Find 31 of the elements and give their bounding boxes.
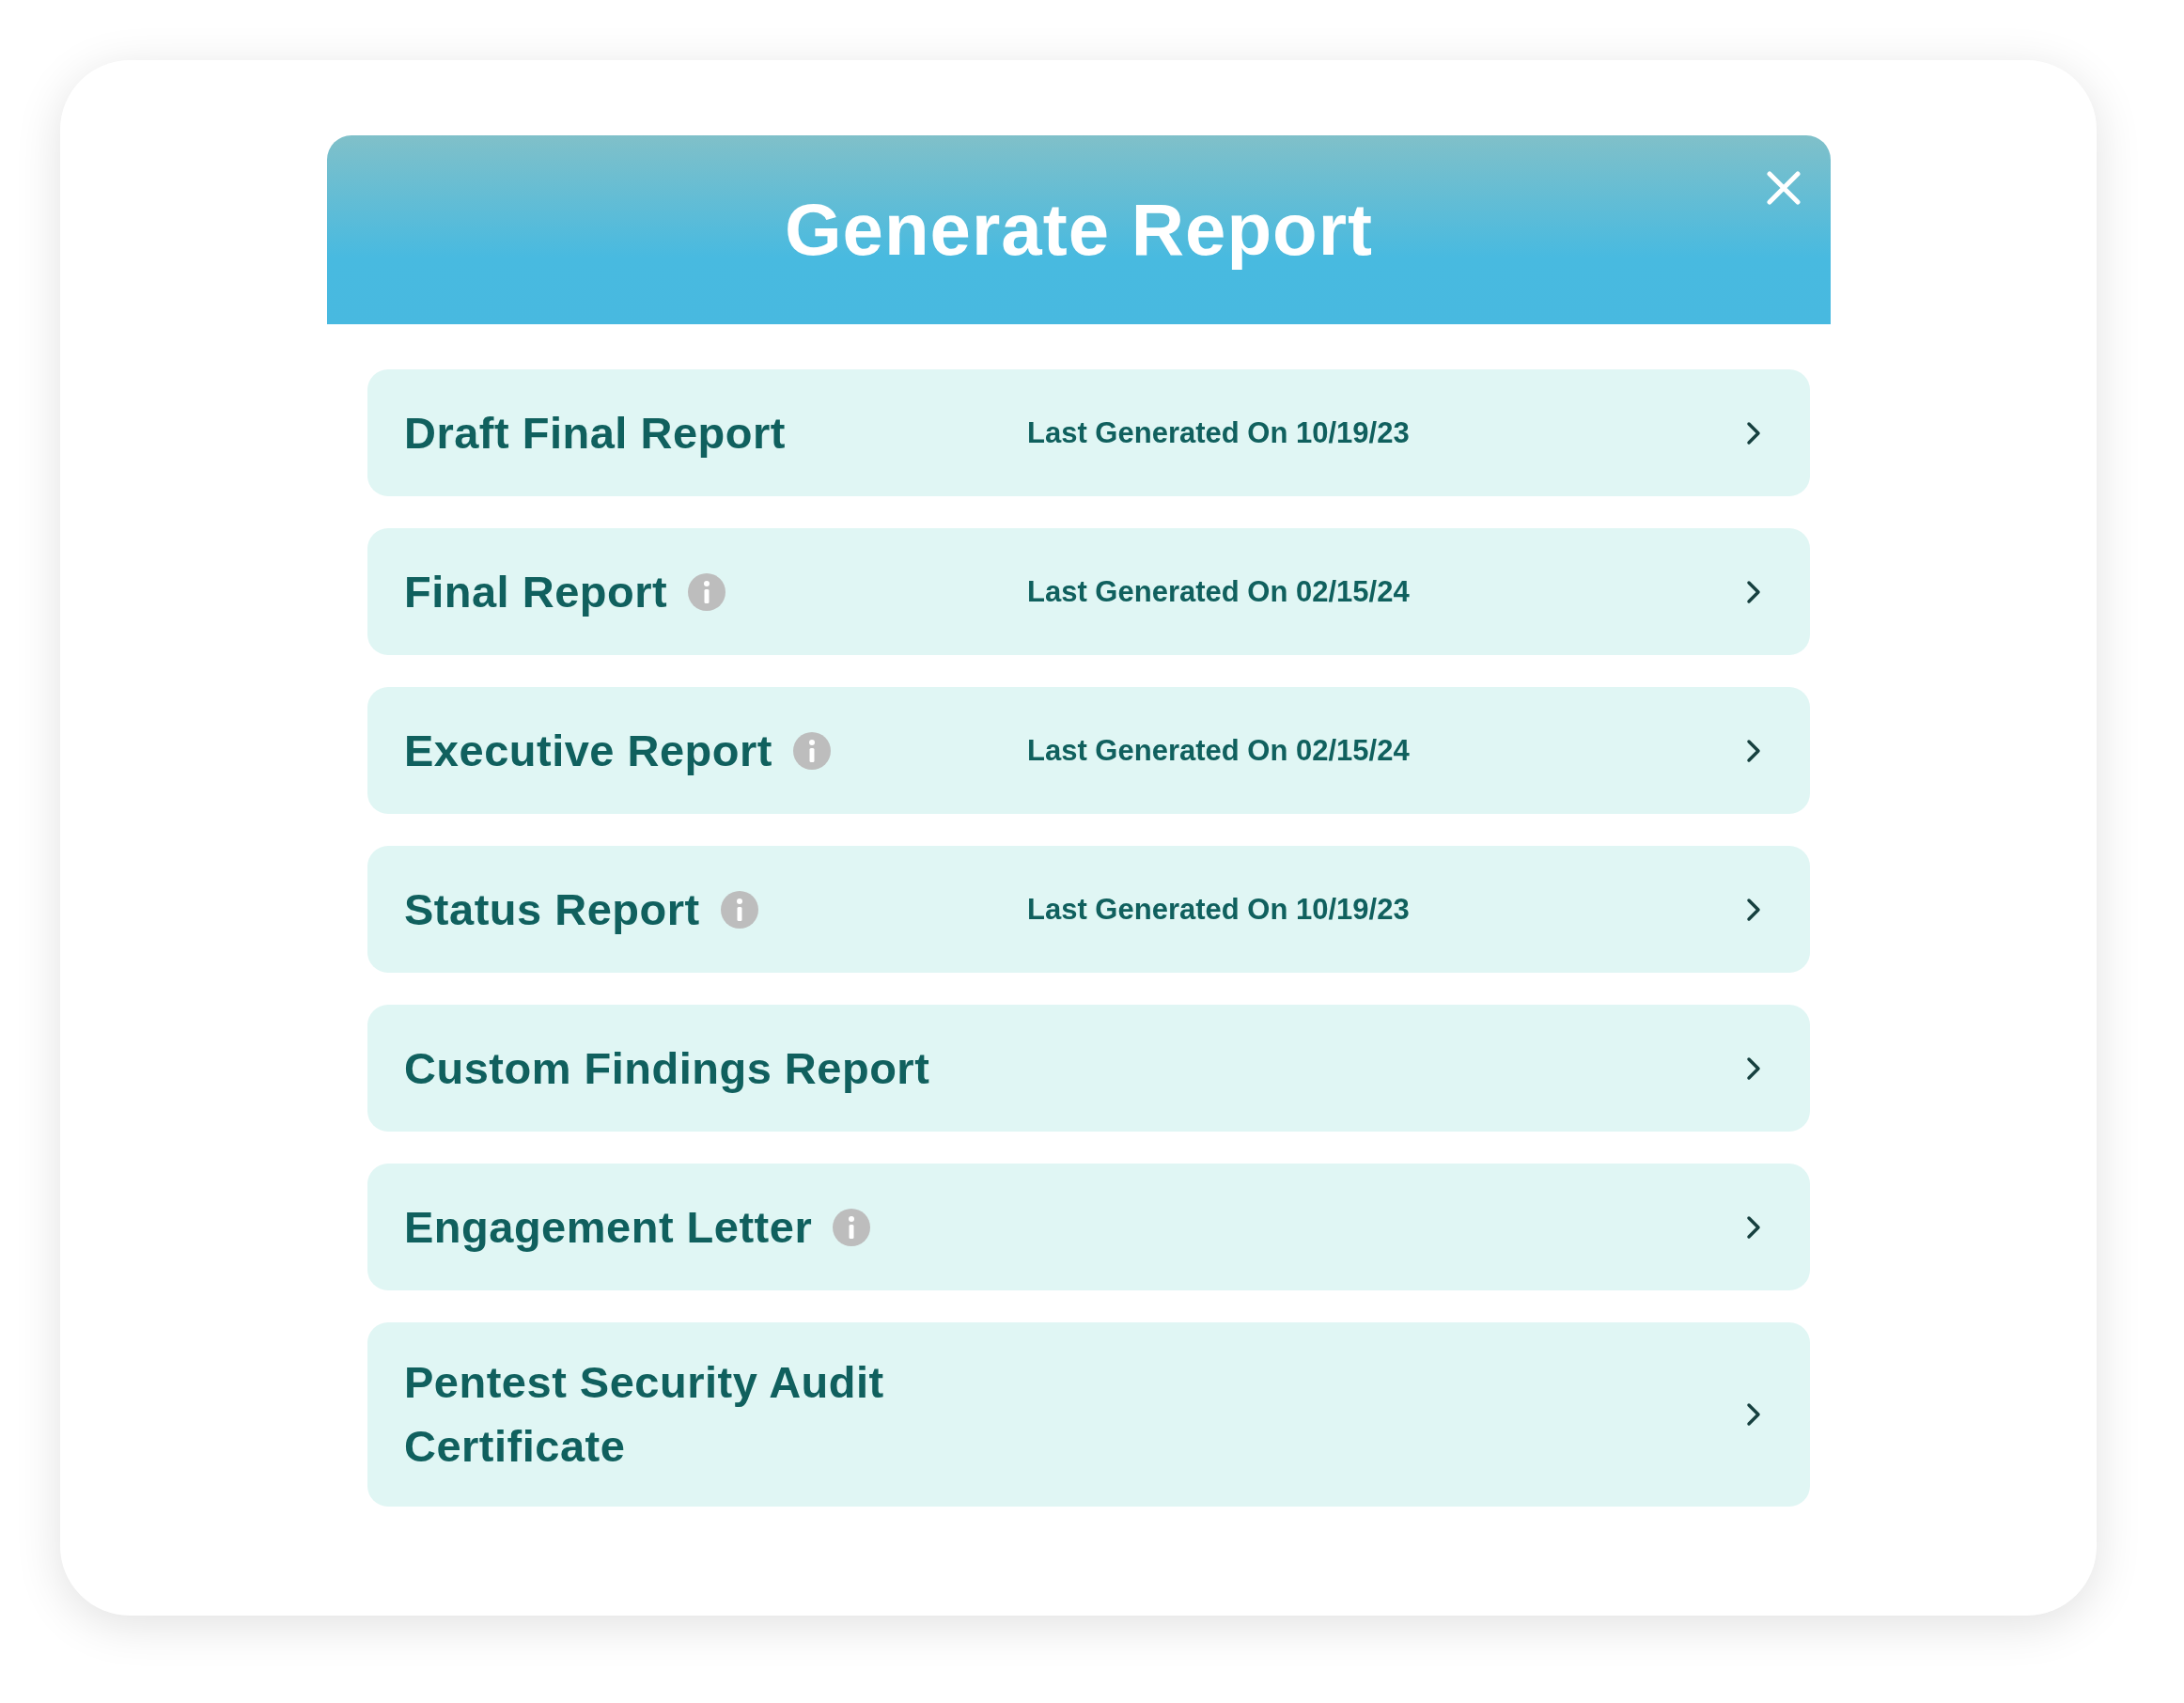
- last-generated-date: Last Generated On 10/19/23: [1026, 892, 1411, 927]
- report-option[interactable]: Custom Findings Report: [367, 1005, 1810, 1132]
- report-option[interactable]: Pentest Security Audit Certificate: [367, 1322, 1810, 1507]
- chevron-right-icon: [1746, 1402, 1761, 1427]
- report-title: Draft Final Report: [404, 406, 786, 460]
- last-generated-date: Last Generated On 02/15/24: [1026, 733, 1411, 768]
- report-option[interactable]: Draft Final Report Last Generated On 10/19/23: [367, 369, 1810, 496]
- report-option[interactable]: Status Report Last Generated On 10/19/23: [367, 846, 1810, 973]
- report-option[interactable]: Executive Report Last Generated On 02/15/24: [367, 687, 1810, 814]
- report-title: Custom Findings Report: [404, 1041, 930, 1095]
- report-title: Status Report: [404, 883, 700, 936]
- info-icon[interactable]: [720, 890, 758, 929]
- chevron-right-icon: [1746, 738, 1761, 763]
- info-icon[interactable]: [688, 572, 726, 611]
- report-title: Engagement Letter: [404, 1200, 813, 1254]
- last-generated-date: Last Generated On 02/15/24: [1026, 574, 1411, 609]
- chevron-right-icon: [1746, 420, 1761, 445]
- report-title: Pentest Security Audit Certificate: [404, 1356, 885, 1473]
- close-icon: [1767, 171, 1801, 205]
- report-option[interactable]: Engagement Letter: [367, 1164, 1810, 1290]
- dialog-title: Generate Report: [784, 187, 1374, 273]
- info-icon[interactable]: [833, 1208, 871, 1246]
- report-option[interactable]: Final Report Last Generated On 02/15/24: [367, 528, 1810, 655]
- info-icon[interactable]: [792, 731, 831, 770]
- report-title: Final Report: [404, 565, 668, 618]
- chevron-right-icon: [1746, 579, 1761, 604]
- chevron-right-icon: [1746, 897, 1761, 922]
- last-generated-date: Last Generated On 10/19/23: [1026, 415, 1411, 450]
- report-title: Executive Report: [404, 724, 772, 777]
- chevron-right-icon: [1746, 1214, 1761, 1240]
- chevron-right-icon: [1746, 1055, 1761, 1081]
